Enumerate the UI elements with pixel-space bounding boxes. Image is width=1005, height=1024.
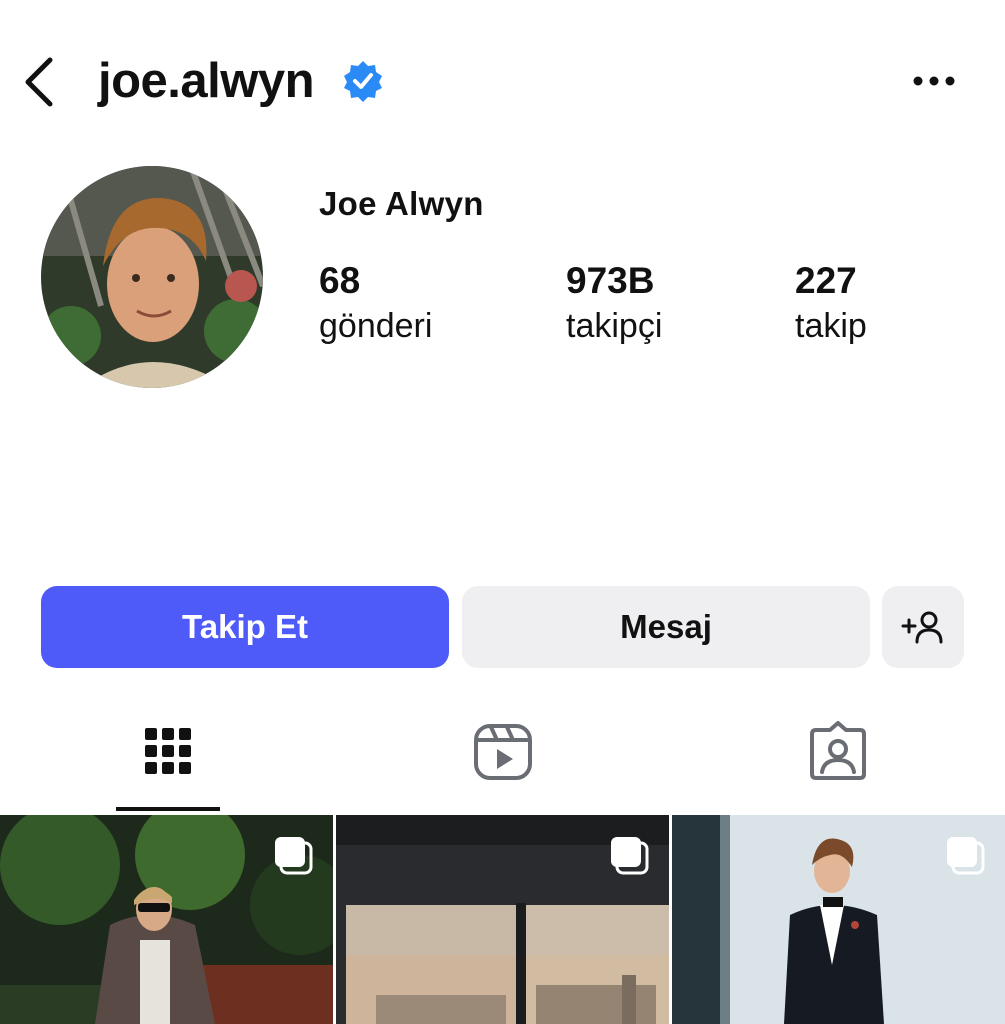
- message-button[interactable]: Mesaj: [462, 586, 870, 668]
- carousel-icon: [947, 837, 985, 875]
- profile-display-name: Joe Alwyn: [319, 185, 484, 222]
- tab-reels[interactable]: [451, 720, 555, 812]
- carousel-icon: [275, 837, 313, 875]
- tab-tagged[interactable]: [786, 720, 890, 812]
- profile-username: joe.alwyn: [98, 54, 315, 108]
- post-thumbnail[interactable]: [0, 815, 333, 1024]
- add-user-icon: [901, 611, 943, 644]
- profile-avatar[interactable]: [41, 166, 263, 388]
- posts-label: gönderi: [319, 307, 433, 345]
- profile-header: joe.alwyn: [0, 30, 1005, 130]
- chevron-left-icon: [25, 57, 53, 107]
- active-tab-indicator: [116, 807, 220, 811]
- tab-posts-grid[interactable]: [116, 720, 220, 812]
- posts-grid: [0, 815, 1005, 1024]
- add-user-button[interactable]: [882, 586, 964, 668]
- verified-badge-icon: [344, 61, 382, 102]
- following-label: takip: [795, 307, 867, 345]
- followers-count: 973B: [566, 260, 655, 301]
- post-thumbnail[interactable]: [336, 815, 669, 1024]
- more-options-button[interactable]: [906, 66, 962, 96]
- tagged-icon: [810, 721, 866, 780]
- followers-label: takipçi: [566, 307, 663, 345]
- posts-stat[interactable]: 68 gönderi: [319, 258, 432, 348]
- more-horizontal-icon: [913, 76, 955, 86]
- avatar-photo: [41, 166, 263, 388]
- post-thumbnail[interactable]: [672, 815, 1005, 1024]
- grid-icon: [145, 728, 191, 774]
- posts-count: 68: [319, 260, 361, 301]
- follow-button[interactable]: Takip Et: [41, 586, 449, 668]
- following-count: 227: [795, 260, 857, 301]
- back-button[interactable]: [18, 52, 62, 112]
- following-stat[interactable]: 227 takip: [795, 258, 867, 348]
- profile-tabs: [0, 720, 1005, 812]
- followers-stat[interactable]: 973B takipçi: [566, 258, 662, 348]
- reels-icon: [474, 724, 532, 780]
- carousel-icon: [611, 837, 649, 875]
